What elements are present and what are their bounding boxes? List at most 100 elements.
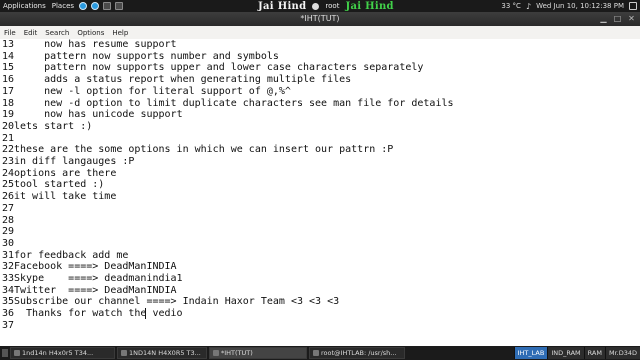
task-button-active[interactable]: *IHT(TUT) — [209, 347, 307, 359]
app-icon — [14, 350, 20, 356]
line-text: Skype ====> deadmanindia1 — [14, 273, 183, 284]
editor-line: 34Twitter ====> DeadManINDIA — [0, 285, 640, 297]
line-text: tool started :) — [14, 179, 105, 191]
editor-line: 20lets start :) — [0, 121, 640, 133]
terminal-launcher-icon[interactable] — [103, 2, 112, 10]
workspace-item[interactable]: RAM — [583, 347, 605, 359]
workspace-switcher: IHT_LAB IND_RAM RAM Mr.D34D — [513, 347, 640, 359]
minimize-icon[interactable]: ▁ — [599, 14, 608, 23]
temperature: 33 °C — [501, 2, 521, 10]
task-button[interactable]: 1ND14N H4X0R5 T3... — [117, 347, 207, 359]
editor-line: 33Skype ====> deadmanindia1 — [0, 273, 640, 285]
task-button[interactable]: root@IHTLAB: /usr/sh... — [309, 347, 405, 359]
app-icon — [121, 350, 127, 356]
task-label: 1nd14n H4x0r5 T34... — [22, 349, 94, 357]
text-editor[interactable]: 13 now has resume support 14 pattern now… — [0, 39, 640, 345]
maximize-icon[interactable]: □ — [613, 14, 622, 23]
editor-line: 25tool started :) — [0, 179, 640, 191]
volume-icon[interactable]: ♪ — [526, 2, 531, 11]
menu-help[interactable]: Help — [108, 29, 132, 37]
editor-line: 26it will take time — [0, 191, 640, 203]
line-text: adds a status report when generating mul… — [20, 74, 352, 86]
line-text: now has unicode support — [20, 109, 183, 121]
task-button[interactable]: 1nd14n H4x0r5 T34... — [10, 347, 115, 359]
line-number: 13 — [1, 39, 14, 50]
line-text: pattern now supports upper and lower cas… — [20, 62, 424, 74]
editor-line: 23in diff langauges :P — [0, 156, 640, 168]
jai-hind-right: Jai Hind — [345, 0, 394, 12]
close-icon[interactable]: ✕ — [627, 14, 636, 23]
app-icon — [213, 350, 219, 356]
workspace-item[interactable]: IHT_LAB — [513, 347, 548, 359]
menu-search[interactable]: Search — [41, 29, 73, 37]
places-menu[interactable]: Places — [49, 0, 77, 12]
line-text: for feedback add me — [14, 249, 129, 261]
editor-line: 36 Thanks for watch the vedio — [0, 308, 640, 320]
browser-launcher-icon[interactable] — [79, 2, 88, 10]
clock[interactable]: Wed Jun 10, 10:12:38 PM — [536, 2, 624, 10]
editor-line: 14 pattern now supports number and symbo… — [0, 51, 640, 63]
line-number: 37 — [1, 319, 14, 331]
line-number: 36 — [1, 308, 14, 320]
power-icon[interactable] — [629, 2, 637, 10]
applications-menu[interactable]: Applications — [0, 0, 49, 12]
web-launcher-icon[interactable] — [91, 2, 100, 10]
editor-line: 30 — [0, 238, 640, 250]
task-label: 1ND14N H4X0R5 T3... — [129, 349, 201, 357]
editor-line: 29 — [0, 226, 640, 238]
line-text: Thanks for watch the vedio — [14, 308, 183, 320]
editor-line: 28 — [0, 215, 640, 227]
line-number: 20 — [1, 120, 14, 132]
menubar: File Edit Search Options Help — [0, 26, 640, 40]
line-text: lets start :) — [14, 120, 93, 132]
editor-line: 15 pattern now supports upper and lower … — [0, 62, 640, 74]
line-number: 19 — [1, 109, 14, 121]
line-text: new -l option for literal support of @,%… — [20, 85, 291, 97]
line-number: 28 — [1, 214, 14, 226]
line-number: 33 — [1, 273, 14, 284]
line-text: new -d option to limit duplicate charact… — [20, 97, 454, 109]
line-number: 29 — [1, 226, 14, 238]
line-text: pattern now supports number and symbols — [20, 50, 279, 62]
line-number: 22 — [1, 144, 14, 156]
menu-file[interactable]: File — [0, 29, 20, 37]
workspace-item[interactable]: IND_RAM — [547, 347, 584, 359]
editor-line: 27 — [0, 203, 640, 215]
menu-options[interactable]: Options — [73, 29, 108, 37]
editor-launcher-icon[interactable] — [115, 2, 124, 10]
window-titlebar[interactable]: *IHT(TUT) ▁ □ ✕ — [0, 12, 640, 26]
editor-line: 22these are the some options in which we… — [0, 144, 640, 156]
line-number: 35 — [1, 296, 14, 308]
line-text: it will take time — [14, 191, 117, 203]
line-number: 27 — [1, 202, 14, 214]
panel-user: root — [325, 2, 340, 10]
panel-center: Jai Hind root Jai Hind — [258, 0, 394, 12]
editor-line: 35Subscribe our channel ====> Indain Hax… — [0, 296, 640, 308]
editor-line: 19 now has unicode support — [0, 109, 640, 121]
editor-line: 31for feedback add me — [0, 250, 640, 262]
editor-line: 16 adds a status report when generating … — [0, 74, 640, 86]
taskbar: 1nd14n H4x0r5 T34... 1ND14N H4X0R5 T3...… — [0, 346, 640, 360]
line-text: in diff langauges :P — [14, 156, 135, 167]
show-desktop-icon[interactable] — [2, 349, 8, 357]
window-title: *IHT(TUT) — [300, 14, 340, 23]
line-number: 24 — [1, 167, 14, 179]
line-number: 15 — [1, 62, 14, 74]
line-text: Subscribe our channel ====> Indain Haxor… — [14, 296, 340, 308]
menu-edit[interactable]: Edit — [20, 29, 42, 37]
line-text: Facebook ====> DeadManINDIA — [14, 261, 177, 273]
line-number: 23 — [1, 156, 14, 167]
workspace-item[interactable]: Mr.D34D — [604, 347, 640, 359]
top-panel: Applications Places Jai Hind root Jai Hi… — [0, 0, 640, 12]
line-number: 32 — [1, 261, 14, 273]
editor-line: 18 new -d option to limit duplicate char… — [0, 98, 640, 110]
line-text: options are there — [14, 167, 117, 179]
line-text: these are the some options in which we c… — [14, 144, 394, 156]
line-number: 26 — [1, 191, 14, 203]
line-number: 17 — [1, 85, 14, 97]
editor-line: 37 — [0, 320, 640, 332]
line-number: 16 — [1, 74, 14, 86]
line-number: 18 — [1, 97, 14, 109]
task-label: *IHT(TUT) — [221, 349, 253, 357]
user-icon — [312, 2, 320, 10]
